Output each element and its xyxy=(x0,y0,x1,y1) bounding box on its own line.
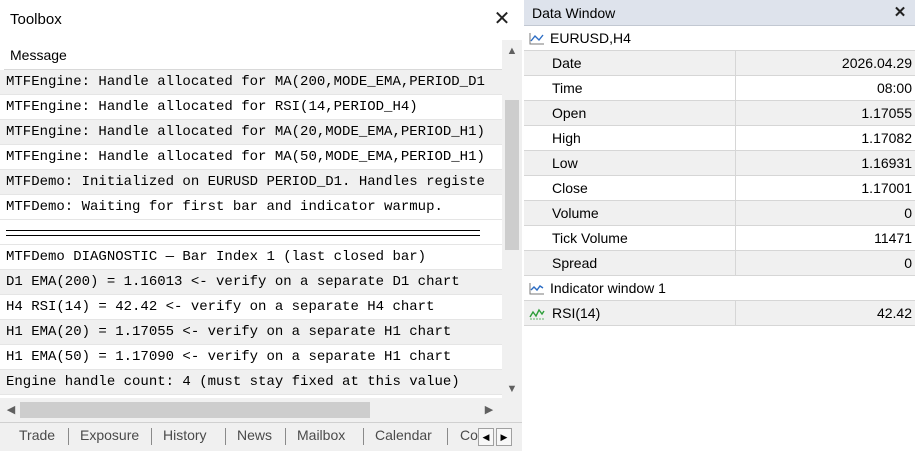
tab-trade[interactable]: Trade xyxy=(19,427,55,443)
data-label: RSI(14) xyxy=(552,305,601,321)
data-value: 1.17082 xyxy=(861,130,912,146)
scroll-up-icon[interactable]: ▲ xyxy=(502,42,522,60)
message-row[interactable]: H1 EMA(20) = 1.17055 <- verify on a sepa… xyxy=(0,320,502,345)
data-label: High xyxy=(552,130,581,146)
message-row[interactable]: MTFDemo DIAGNOSTIC — Bar Index 1 (last c… xyxy=(0,245,502,270)
data-value: 1.16931 xyxy=(861,155,912,171)
tab-divider xyxy=(225,428,226,445)
toolbox-panel: Toolbox ✕ Message MTFEngine: Handle allo… xyxy=(0,0,522,451)
data-row-open[interactable]: Open 1.17055 xyxy=(524,101,915,126)
column-divider xyxy=(735,101,736,126)
data-value: 08:00 xyxy=(876,80,912,96)
message-list: MTFEngine: Handle allocated for MA(200,M… xyxy=(0,70,502,398)
column-divider xyxy=(735,126,736,151)
tab-exposure[interactable]: Exposure xyxy=(80,427,139,443)
data-value: 11471 xyxy=(874,230,912,246)
message-row[interactable]: MTFEngine: Handle allocated for MA(200,M… xyxy=(0,70,502,95)
tab-divider xyxy=(68,428,69,445)
data-value: 0 xyxy=(904,205,912,221)
column-divider xyxy=(735,151,736,176)
data-label: Open xyxy=(552,105,587,121)
message-row[interactable]: H4 RSI(14) = 42.42 <- verify on a separa… xyxy=(0,295,502,320)
data-window-titlebar: Data Window ✕ xyxy=(524,0,915,26)
column-divider xyxy=(735,51,736,76)
scroll-left-icon[interactable]: ◀ xyxy=(478,428,494,446)
data-label: Tick Volume xyxy=(552,230,628,246)
tab-divider xyxy=(363,428,364,445)
data-value: 1.17055 xyxy=(861,105,912,121)
message-row[interactable]: MTFDemo: Initialized on EURUSD PERIOD_D1… xyxy=(0,170,502,195)
column-divider xyxy=(735,201,736,226)
data-row-tick-volume[interactable]: Tick Volume 11471 xyxy=(524,226,915,251)
chart-line-icon xyxy=(529,283,544,295)
column-divider xyxy=(735,301,736,326)
tab-divider xyxy=(285,428,286,445)
data-window-panel: Data Window ✕ EURUSD,H4 Date 2026.04.29 … xyxy=(524,0,915,451)
tab-divider xyxy=(151,428,152,445)
message-row[interactable]: Engine handle count: 4 (must stay fixed … xyxy=(0,370,502,395)
double-rule xyxy=(6,230,480,236)
toolbox-title: Toolbox xyxy=(10,11,62,28)
data-label: Close xyxy=(552,180,588,196)
message-row[interactable]: MTFEngine: Handle allocated for MA(20,MO… xyxy=(0,120,502,145)
tab-calendar[interactable]: Calendar xyxy=(375,427,432,443)
tab-truncated[interactable]: Co xyxy=(460,427,478,443)
horizontal-scroll-thumb[interactable] xyxy=(20,402,370,418)
symbol-group-row[interactable]: EURUSD,H4 xyxy=(524,26,915,51)
data-label: Volume xyxy=(552,205,599,221)
scrollbar-corner xyxy=(502,398,522,422)
message-row[interactable]: MTFEngine: Handle allocated for RSI(14,P… xyxy=(0,95,502,120)
data-row-high[interactable]: High 1.17082 xyxy=(524,126,915,151)
column-divider xyxy=(735,176,736,201)
scroll-right-icon[interactable]: ▶ xyxy=(480,401,498,419)
data-label: Low xyxy=(552,155,578,171)
indicator-icon xyxy=(529,308,545,320)
data-row-date[interactable]: Date 2026.04.29 xyxy=(524,51,915,76)
indicator-group-row[interactable]: Indicator window 1 xyxy=(524,276,915,301)
data-value: 2026.04.29 xyxy=(841,55,912,71)
data-window-title: Data Window xyxy=(532,5,616,21)
indicator-group-label: Indicator window 1 xyxy=(550,280,666,296)
tab-mailbox[interactable]: Mailbox xyxy=(297,427,345,443)
scroll-left-icon[interactable]: ◀ xyxy=(2,401,20,419)
column-divider xyxy=(735,226,736,251)
toolbox-tab-strip: Trade Exposure History News Mailbox Cale… xyxy=(0,422,522,451)
column-divider xyxy=(735,76,736,101)
scroll-right-icon[interactable]: ▶ xyxy=(496,428,512,446)
message-column-header[interactable]: Message xyxy=(0,40,522,70)
column-divider xyxy=(735,251,736,276)
data-value: 1.17001 xyxy=(861,180,912,196)
message-row-separator[interactable] xyxy=(0,220,502,245)
symbol-group-label: EURUSD,H4 xyxy=(550,30,631,46)
message-row[interactable]: H1 EMA(50) = 1.17090 <- verify on a sepa… xyxy=(0,345,502,370)
tab-news[interactable]: News xyxy=(237,427,272,443)
data-label: Date xyxy=(552,55,582,71)
message-row[interactable]: MTFEngine: Handle allocated for MA(50,MO… xyxy=(0,145,502,170)
column-header-label: Message xyxy=(10,47,67,63)
data-row-rsi[interactable]: RSI(14) 42.42 xyxy=(524,301,915,326)
tab-divider xyxy=(447,428,448,445)
data-label: Time xyxy=(552,80,583,96)
close-icon[interactable]: ✕ xyxy=(892,3,908,21)
data-value: 0 xyxy=(904,255,912,271)
message-row[interactable]: D1 EMA(200) = 1.16013 <- verify on a sep… xyxy=(0,270,502,295)
tab-history[interactable]: History xyxy=(163,427,207,443)
data-row-spread[interactable]: Spread 0 xyxy=(524,251,915,276)
data-row-volume[interactable]: Volume 0 xyxy=(524,201,915,226)
data-value: 42.42 xyxy=(876,305,912,321)
vertical-scrollbar[interactable]: ▲ ▼ xyxy=(502,40,522,398)
vertical-scroll-thumb[interactable] xyxy=(505,100,519,250)
toolbox-titlebar: Toolbox ✕ xyxy=(0,0,522,40)
scroll-down-icon[interactable]: ▼ xyxy=(502,380,522,398)
data-row-low[interactable]: Low 1.16931 xyxy=(524,151,915,176)
close-icon[interactable]: ✕ xyxy=(492,8,512,30)
data-row-time[interactable]: Time 08:00 xyxy=(524,76,915,101)
data-label: Spread xyxy=(552,255,598,271)
chart-line-icon xyxy=(529,33,544,45)
data-row-close[interactable]: Close 1.17001 xyxy=(524,176,915,201)
tab-overflow-clip: Co xyxy=(458,423,478,451)
message-row[interactable]: MTFDemo: Waiting for first bar and indic… xyxy=(0,195,502,220)
horizontal-scrollbar[interactable]: ◀ ▶ xyxy=(0,398,502,422)
